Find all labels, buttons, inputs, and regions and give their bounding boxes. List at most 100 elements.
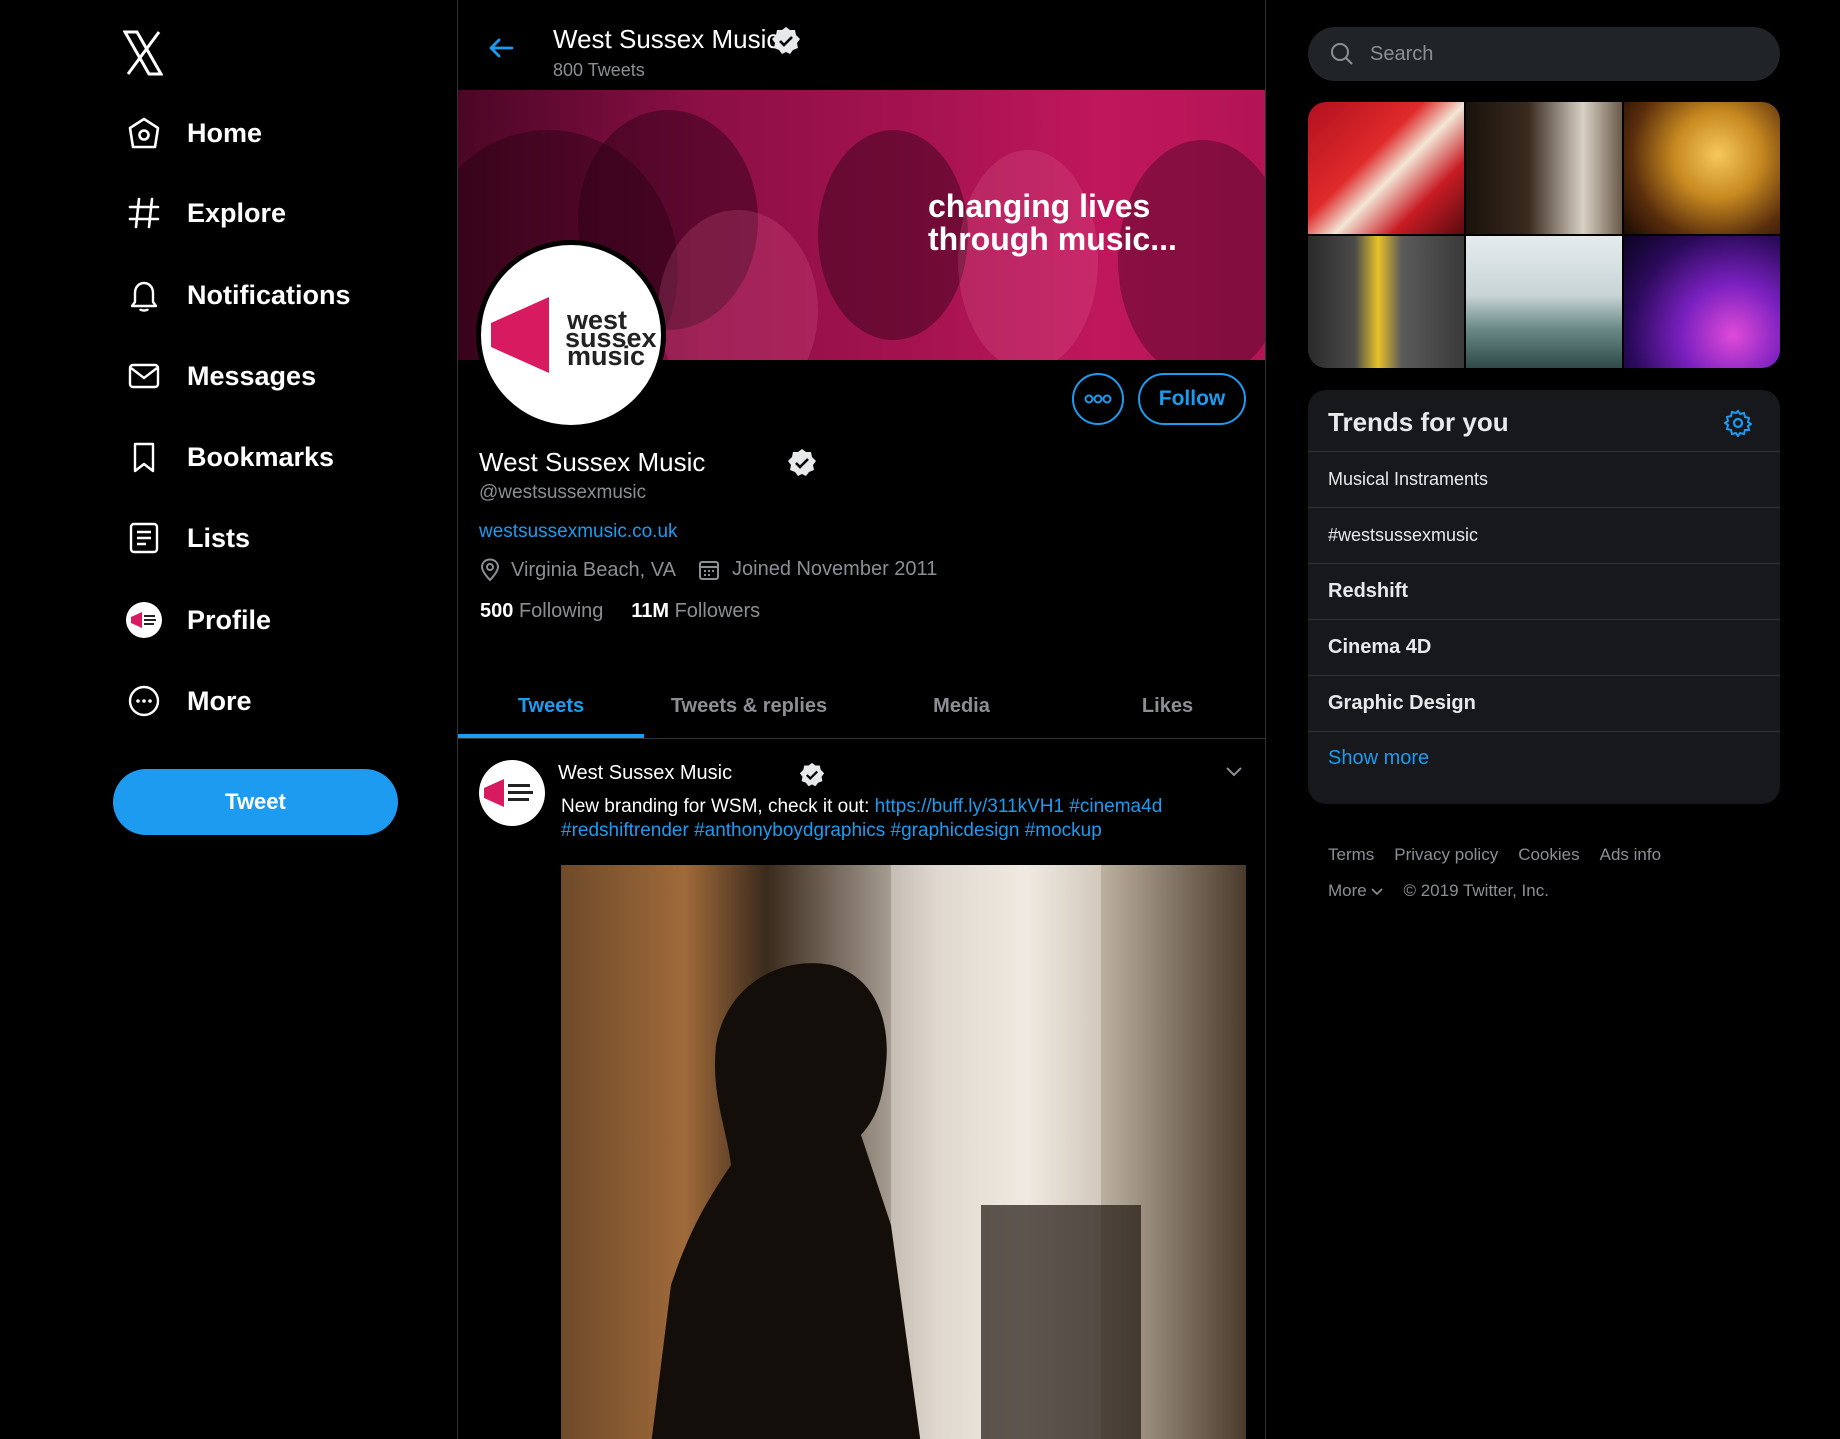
following-label: Following [518,600,604,622]
main-column: West Sussex Music 800 Tweets changing li… [457,0,1266,1439]
banner-tagline: changing lives through music... [928,188,1177,257]
tweet-link[interactable]: https://buff.ly/311kVH1 [875,796,1064,817]
followers-count: 11M [631,600,670,622]
nav-more[interactable]: More [122,671,252,731]
chevron-down-icon[interactable] [1225,766,1243,778]
nav-explore[interactable]: Explore [122,183,286,243]
followers-label: Followers [674,600,761,622]
tab-likes[interactable]: Likes [1069,673,1265,739]
search-input[interactable] [1370,42,1750,66]
tweet-avatar[interactable] [479,760,545,826]
profile-handle: @westsussexmusic [479,482,647,503]
profile-joined-date: Joined November 2011 [698,558,937,581]
verified-badge-icon [799,762,825,787]
joined-text: Joined November 2011 [732,558,938,580]
following-stat[interactable]: 500 Following [480,600,603,622]
nav-notifications-label: Notifications [187,279,351,310]
follow-button[interactable]: Follow [1138,373,1246,425]
nav-notifications[interactable]: Notifications [122,265,351,325]
more-circle-icon [122,679,166,723]
logo-word-music: music [567,341,645,371]
follow-stats: 500 Following 11M Followers [480,600,760,623]
nav-home[interactable]: Home [122,103,262,163]
x-logo-icon[interactable] [123,30,163,76]
nav-messages-label: Messages [187,360,317,391]
back-arrow-icon[interactable] [488,37,514,59]
location-text: Virginia Beach, VA [511,558,676,581]
trends-title: Trends for you [1328,407,1509,437]
gear-icon[interactable] [1724,409,1752,437]
profile-location: Virginia Beach, VA [479,558,676,582]
hashtag-icon [122,191,166,235]
more-options-button[interactable] [1072,373,1124,425]
left-sidebar: Home Explore Notifications Messages Book… [0,0,457,1439]
verified-badge-icon [788,449,816,476]
footer-more-label: More [1328,881,1367,900]
profile-website-link[interactable]: westsussexmusic.co.uk [479,521,678,543]
tab-tweets-replies[interactable]: Tweets & replies [644,673,854,739]
tweet-text: New branding for WSM, check it out: http… [561,795,1241,843]
nav-bookmarks[interactable]: Bookmarks [122,427,334,487]
trend-item[interactable]: #westsussexmusic [1308,507,1780,563]
tweet-body: New branding for WSM, check it out: [561,796,875,817]
terms-link[interactable]: Terms [1328,845,1374,865]
header-tweet-count: 800 Tweets [553,60,645,80]
footer-more-dropdown[interactable]: More [1328,881,1384,901]
bookmark-icon [122,435,166,479]
profile-header-bar: West Sussex Music 800 Tweets [458,0,1265,90]
followers-stat[interactable]: 11M Followers [631,600,760,622]
nav-explore-label: Explore [187,197,287,228]
tweet-author-name[interactable]: West Sussex Music [558,762,732,785]
tweet-card[interactable]: West Sussex Music New branding for WSM, … [458,740,1265,1439]
tweet-hashtags-line2[interactable]: #redshiftrender #anthonyboydgraphics #gr… [561,820,1102,841]
media-thumb-band[interactable] [1308,236,1464,368]
right-sidebar: Trends for you Musical Instraments #west… [1266,0,1840,1439]
footer-links: Terms Privacy policy Cookies Ads info Mo… [1328,845,1808,917]
media-thumb-saxophones[interactable] [1624,102,1780,234]
media-thumbnail-grid [1308,102,1780,368]
profile-tabs: Tweets Tweets & replies Media Likes [458,673,1265,739]
trends-panel: Trends for you Musical Instraments #west… [1308,390,1780,804]
chevron-down-icon [1371,888,1384,896]
nav-profile-label: Profile [187,604,272,635]
show-more-link[interactable]: Show more [1328,747,1429,770]
active-tab-indicator [458,734,644,738]
trend-item[interactable]: Redshift [1308,563,1780,619]
tweet-button[interactable]: Tweet [113,769,398,835]
nav-messages[interactable]: Messages [122,346,316,406]
tweet-image[interactable] [561,865,1246,1439]
profile-name: West Sussex Music [479,447,706,477]
copyright-text: © 2019 Twitter, Inc. [1403,881,1549,900]
west-sussex-music-logo: west sussex music [481,245,661,425]
profile-avatar[interactable]: west sussex music [476,240,666,430]
list-icon [122,516,166,560]
home-icon [122,111,166,155]
cookies-link[interactable]: Cookies [1518,845,1579,865]
media-thumb-hallway[interactable] [1466,236,1622,368]
nav-profile[interactable]: Profile [122,590,271,650]
trend-item[interactable]: Graphic Design [1308,675,1780,731]
ellipsis-icon [1084,394,1112,404]
header-title: West Sussex Music [553,24,780,54]
tweet-hashtags-line1[interactable]: #cinema4d [1064,796,1162,817]
trend-item[interactable]: Cinema 4D [1308,619,1780,675]
calendar-icon [699,560,719,580]
nav-home-label: Home [187,117,263,148]
tab-media[interactable]: Media [854,673,1069,739]
privacy-link[interactable]: Privacy policy [1394,845,1498,865]
nav-lists-label: Lists [187,522,251,553]
media-thumb-guitar[interactable] [1308,102,1464,234]
following-count: 500 [480,600,514,622]
media-thumb-dj[interactable] [1624,236,1780,368]
media-thumb-pianist[interactable] [1466,102,1622,234]
envelope-icon [122,354,166,398]
ads-info-link[interactable]: Ads info [1600,845,1661,865]
nav-bookmarks-label: Bookmarks [187,441,335,472]
trend-item[interactable]: Musical Instraments [1308,451,1780,507]
search-box[interactable] [1308,27,1780,81]
nav-lists[interactable]: Lists [122,508,250,568]
nav-more-label: More [187,685,252,716]
avatar [122,598,166,642]
tab-tweets[interactable]: Tweets [458,673,644,739]
verified-badge-icon [772,27,800,54]
